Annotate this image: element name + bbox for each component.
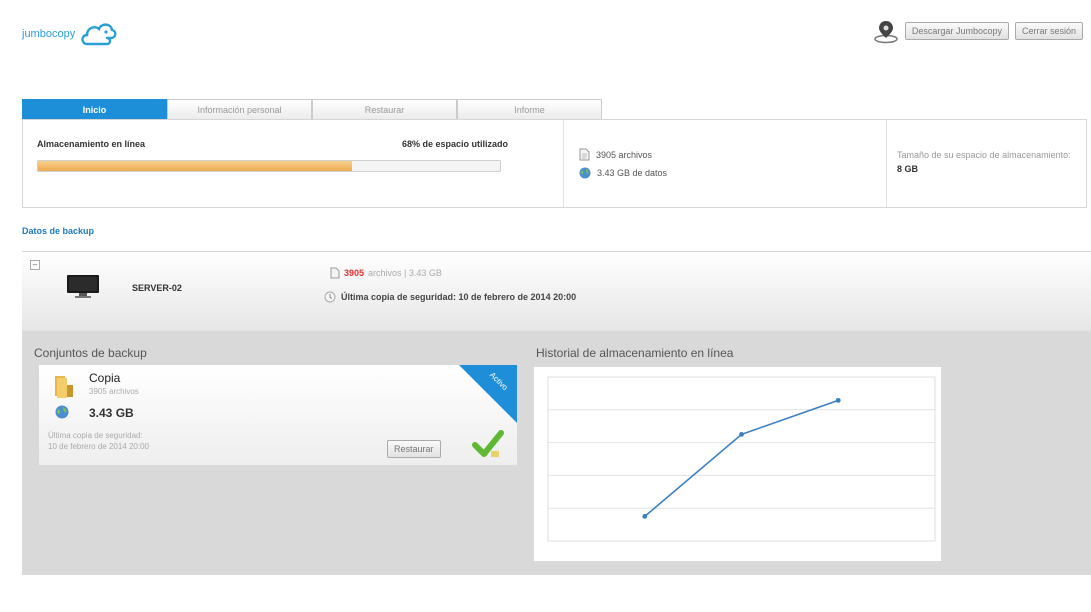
quota-box: Tamaño de su espacio de almacenamiento: … (897, 148, 1077, 176)
history-chart-svg (547, 376, 936, 542)
files-box: 3905 archivos 3.43 GB de datos (565, 120, 887, 207)
backup-set-card[interactable]: Copia 3905 archivos 3.43 GB Última copia… (39, 365, 517, 465)
server-stats: 3905 archivos | 3.43 GB (330, 267, 442, 279)
data-size: 3.43 GB de datos (597, 168, 668, 178)
data-stat: 3.43 GB de datos (579, 167, 667, 179)
last-backup-text: Última copia de seguridad: 10 de febrero… (341, 292, 577, 302)
chart-point (642, 514, 648, 519)
storage-box: Almacenamiento en línea 68% de espacio u… (23, 120, 564, 207)
check-icon (472, 430, 504, 457)
backup-set-last-date: 10 de febrero de 2014 20:00 (48, 442, 149, 451)
collapse-button[interactable]: – (30, 260, 40, 270)
server-name: SERVER-02 (132, 283, 182, 293)
server-files-suffix: archivos | 3.43 GB (368, 268, 442, 278)
download-pin-icon[interactable] (873, 18, 899, 44)
storage-progress-fill (38, 161, 353, 171)
main-tabs: Inicio Información personal Restaurar In… (22, 99, 602, 119)
storage-label: Almacenamiento en línea (37, 139, 146, 149)
cloud-icon (81, 23, 117, 46)
download-button[interactable]: Descargar Jumbocopy (904, 22, 1009, 40)
files-stat: 3905 archivos (579, 148, 652, 161)
history-chart (534, 367, 941, 561)
document-icon (330, 267, 340, 279)
globe-icon (55, 405, 69, 419)
logout-button[interactable]: Cerrar sesión (1014, 22, 1083, 40)
backup-set-files: 3905 archivos (89, 387, 139, 396)
logo[interactable]: jumbocopy (22, 20, 117, 48)
tab-restaurar[interactable]: Restaurar (312, 99, 457, 119)
history-title: Historial de almacenamiento en línea (536, 346, 734, 360)
top-actions: Descargar Jumbocopy Cerrar sesión (873, 18, 1083, 44)
logo-text: jumbocopy (22, 28, 76, 40)
folder-icon (55, 376, 73, 398)
summary-panel: Almacenamiento en línea 68% de espacio u… (22, 119, 1087, 208)
chart-point (835, 397, 841, 403)
backup-set-last: Última copia de seguridad: 10 de febrero… (48, 430, 149, 452)
backup-details-area: Conjuntos de backup Historial de almacen… (22, 331, 1091, 575)
clock-icon (324, 291, 336, 303)
backup-section-title: Datos de backup (22, 226, 95, 236)
tab-informe[interactable]: Informe (457, 99, 602, 119)
monitor-icon (67, 275, 99, 298)
backup-set-last-label: Última copia de seguridad: (48, 431, 143, 440)
backup-set-name: Copia (89, 371, 121, 385)
status-ribbon: Activo (459, 365, 517, 423)
globe-icon (579, 167, 591, 179)
server-last-backup: Última copia de seguridad: 10 de febrero… (324, 291, 576, 303)
tab-informacion-personal[interactable]: Información personal (167, 99, 312, 119)
quota-value: 8 GB (897, 164, 919, 174)
server-panel: – SERVER-02 3905 archivos | 3.43 GB Últi… (22, 251, 1091, 331)
restore-button[interactable]: Restaurar (387, 440, 441, 458)
files-count: 3905 archivos (596, 149, 653, 160)
storage-progress-bar (37, 160, 501, 172)
server-files-count: 3905 (344, 268, 365, 278)
document-icon (579, 148, 590, 161)
chart-frame (547, 376, 936, 542)
chart-point (739, 432, 744, 437)
backup-sets-title: Conjuntos de backup (34, 346, 147, 360)
quota-label: Tamaño de su espacio de almacenamiento: (897, 150, 1071, 160)
storage-percent: 68% de espacio utilizado (402, 139, 509, 149)
tab-inicio[interactable]: Inicio (22, 99, 167, 119)
backup-set-size: 3.43 GB (89, 406, 134, 420)
